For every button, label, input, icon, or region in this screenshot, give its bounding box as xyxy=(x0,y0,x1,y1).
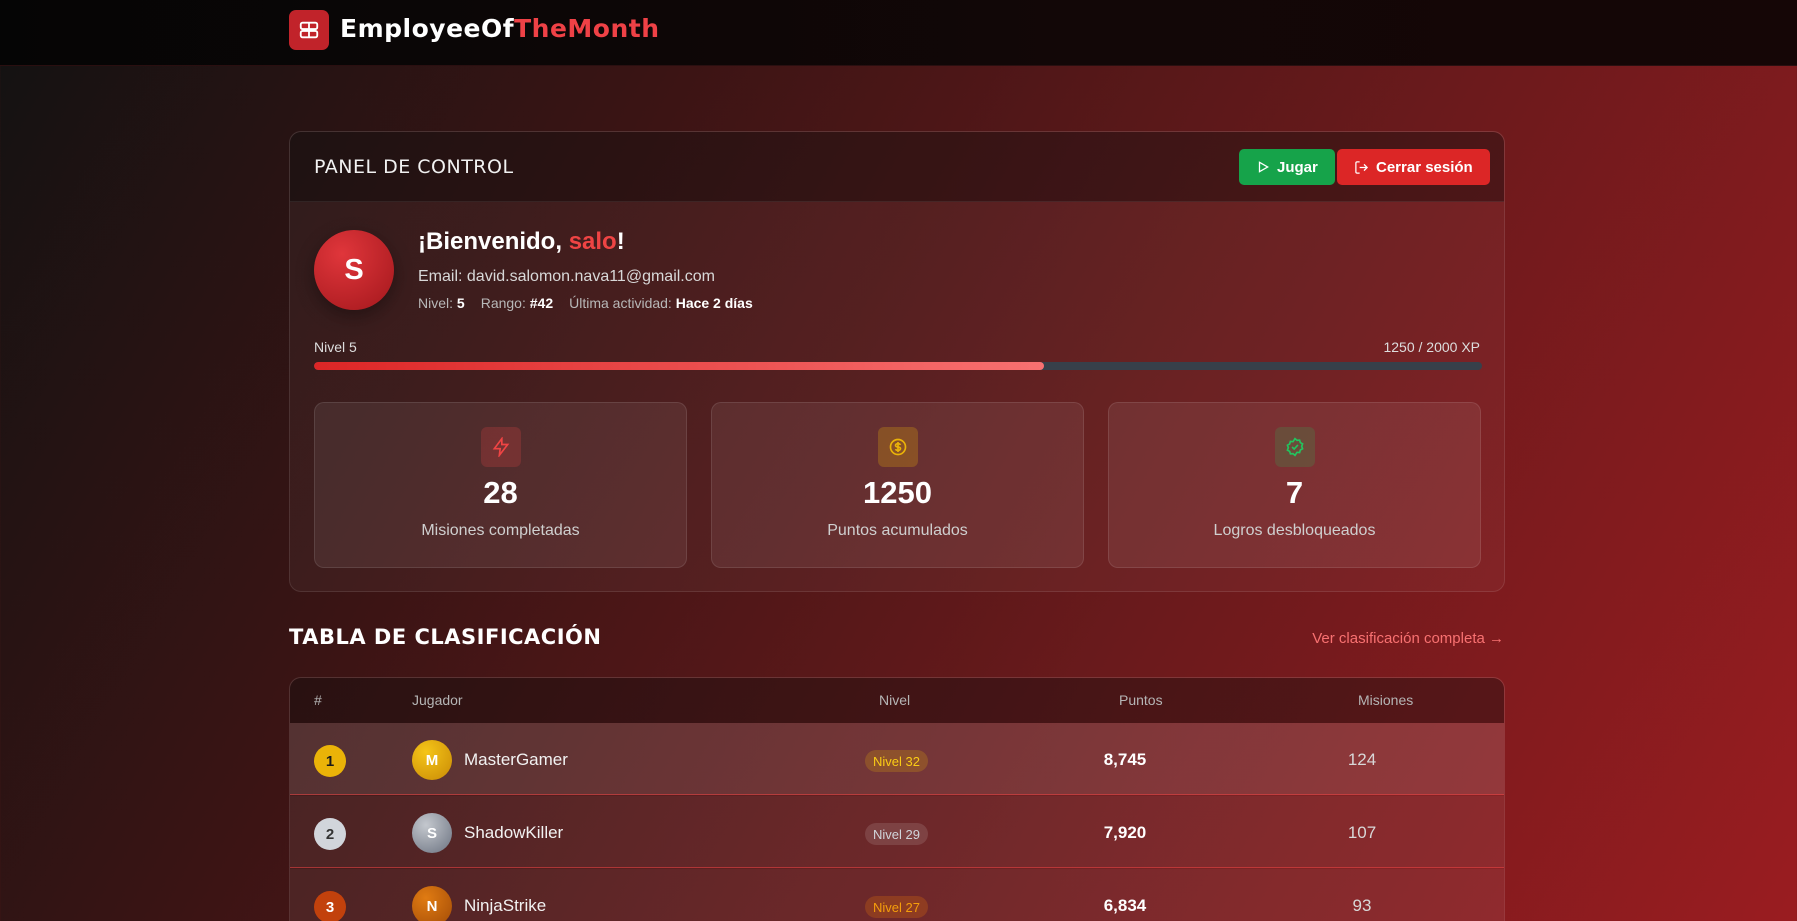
username: salo xyxy=(568,228,617,255)
stat-label: Puntos acumulados xyxy=(827,522,968,539)
xp-progress-label: 1250 / 2000 XP xyxy=(1383,339,1480,355)
stat-card-achievements: 7 Logros desbloqueados xyxy=(1108,402,1481,568)
leaderboard-title: TABLA DE CLASIFICACIÓN xyxy=(289,625,602,649)
level-badge: Nivel 27 xyxy=(865,896,928,918)
rank-meta: Rango: #42 xyxy=(481,295,553,311)
user-email: Email: david.salomon.nava11@gmail.com xyxy=(418,268,715,285)
stat-card-points: 1250 Puntos acumulados xyxy=(711,402,1084,568)
brand-part2: TheMonth xyxy=(514,14,660,43)
view-full-leaderboard-link[interactable]: Ver clasificación completa → xyxy=(1312,630,1504,647)
leaderboard-table: # Jugador Nivel Puntos Misiones 1 M Mast… xyxy=(289,677,1505,921)
col-points: Puntos xyxy=(1119,692,1163,708)
stat-label: Misiones completadas xyxy=(421,522,580,539)
coin-icon xyxy=(878,427,918,467)
xp-progress-fill xyxy=(314,362,1044,370)
badge-check-icon xyxy=(1275,427,1315,467)
user-avatar: S xyxy=(314,230,394,310)
player-missions: 93 xyxy=(1352,896,1372,915)
play-icon xyxy=(1258,161,1269,173)
col-level: Nivel xyxy=(879,692,911,708)
player-points: 7,920 xyxy=(1103,823,1147,842)
col-player: Jugador xyxy=(412,692,463,708)
brand-title[interactable]: EmployeeOfTheMonth xyxy=(340,14,660,43)
control-panel: PANEL DE CONTROL Jugar Cerrar sesión S ¡… xyxy=(289,131,1505,592)
rank-meta-label: Rango: xyxy=(480,295,526,311)
rank-badge: 3 xyxy=(314,891,346,921)
lightning-icon xyxy=(481,427,521,467)
welcome-suffix: ! xyxy=(616,228,625,255)
welcome-prefix: ¡Bienvenido, xyxy=(418,228,569,255)
xp-level-label: Nivel 5 xyxy=(314,339,357,355)
play-button[interactable]: Jugar xyxy=(1239,149,1335,185)
level-meta-value: 5 xyxy=(456,295,465,311)
stat-card-missions: 28 Misiones completadas xyxy=(314,402,687,568)
user-meta: Nivel: 5 Rango: #42 Última actividad: Ha… xyxy=(418,295,753,311)
table-row[interactable]: 1 M MasterGamer Nivel 32 8,745 124 xyxy=(290,723,1504,795)
player-points: 6,834 xyxy=(1103,896,1147,915)
panel-title: PANEL DE CONTROL xyxy=(314,156,514,178)
logout-label: Cerrar sesión xyxy=(1376,158,1473,176)
activity-meta: Última actividad: Hace 2 días xyxy=(569,295,753,311)
rank-badge: 1 xyxy=(314,745,346,777)
avatar: M xyxy=(412,740,452,780)
rank-badge: 2 xyxy=(314,818,346,850)
table-header: # Jugador Nivel Puntos Misiones xyxy=(290,678,1504,723)
xp-progress-bar xyxy=(314,362,1482,370)
level-badge: Nivel 32 xyxy=(865,750,928,772)
logout-button[interactable]: Cerrar sesión xyxy=(1337,149,1490,185)
player-missions: 107 xyxy=(1347,823,1377,842)
col-rank: # xyxy=(314,692,322,708)
player-missions: 124 xyxy=(1347,750,1377,769)
col-missions: Misiones xyxy=(1358,692,1414,708)
top-navbar: EmployeeOfTheMonth xyxy=(0,0,1797,66)
welcome-heading: ¡Bienvenido, salo! xyxy=(418,228,625,256)
level-badge: Nivel 29 xyxy=(865,823,928,845)
player-name: NinjaStrike xyxy=(464,896,547,915)
player-name: MasterGamer xyxy=(464,750,568,769)
rank-meta-value: #42 xyxy=(529,295,554,311)
stat-value: 28 xyxy=(483,475,518,510)
avatar: N xyxy=(412,886,452,921)
brand-part1: EmployeeOf xyxy=(340,14,515,43)
activity-meta-label: Última actividad: xyxy=(569,295,672,311)
logout-icon xyxy=(1355,160,1369,174)
stat-label: Logros desbloqueados xyxy=(1213,522,1376,539)
avatar: S xyxy=(412,813,452,853)
player-name: ShadowKiller xyxy=(464,823,564,842)
table-row[interactable]: 3 N NinjaStrike Nivel 27 6,834 93 xyxy=(290,869,1504,921)
play-label: Jugar xyxy=(1277,158,1318,176)
dashboard-icon[interactable] xyxy=(289,10,329,50)
activity-meta-value: Hace 2 días xyxy=(675,295,753,311)
table-row[interactable]: 2 S ShadowKiller Nivel 29 7,920 107 xyxy=(290,796,1504,868)
level-meta-label: Nivel: xyxy=(418,295,454,311)
stat-value: 1250 xyxy=(863,475,932,510)
player-points: 8,745 xyxy=(1103,750,1147,769)
level-meta: Nivel: 5 xyxy=(418,295,465,311)
stat-value: 7 xyxy=(1285,475,1304,510)
panel-header: PANEL DE CONTROL Jugar Cerrar sesión xyxy=(290,132,1504,202)
